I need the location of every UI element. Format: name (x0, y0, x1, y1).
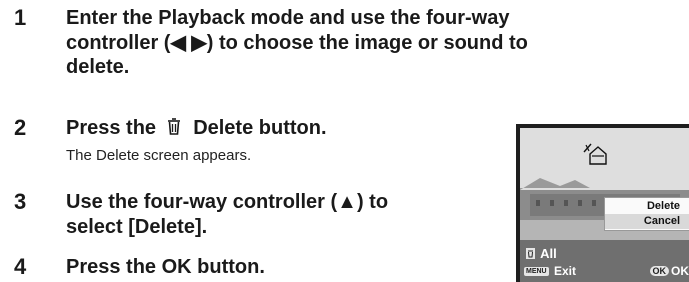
menu-item-cancel[interactable]: Cancel (605, 214, 680, 229)
lcd-screenshot: Delete Cancel All MENU Exit OK OK (516, 124, 689, 282)
lcd-footer: MENU Exit OK OK (524, 264, 689, 279)
delete-all-option: All (526, 246, 557, 261)
ok-group: OK OK (649, 264, 689, 278)
protect-icon (583, 143, 607, 165)
delete-menu: Delete Cancel (604, 197, 689, 231)
trash-icon (167, 118, 180, 135)
step-title: Press the Delete button. (66, 117, 327, 139)
step-title: Use the four-way controller (▲) to selec… (66, 191, 389, 238)
step-number: 3 (14, 189, 27, 214)
menu-item-delete[interactable]: Delete (605, 199, 680, 214)
step-title: Press the OK button. (66, 256, 265, 278)
ok-label: OK (671, 264, 689, 278)
step-description: The Delete screen appears. (66, 147, 252, 164)
step-title: Enter the Playback mode and use the four… (66, 7, 528, 78)
step-number: 1 (14, 5, 27, 30)
exit-label: Exit (553, 264, 576, 278)
ok-chip: OK (649, 266, 669, 276)
all-label: All (540, 246, 557, 261)
menu-chip: MENU (524, 267, 549, 276)
trash-icon (526, 248, 535, 259)
step-number: 2 (14, 115, 27, 140)
step-number: 4 (14, 254, 27, 279)
